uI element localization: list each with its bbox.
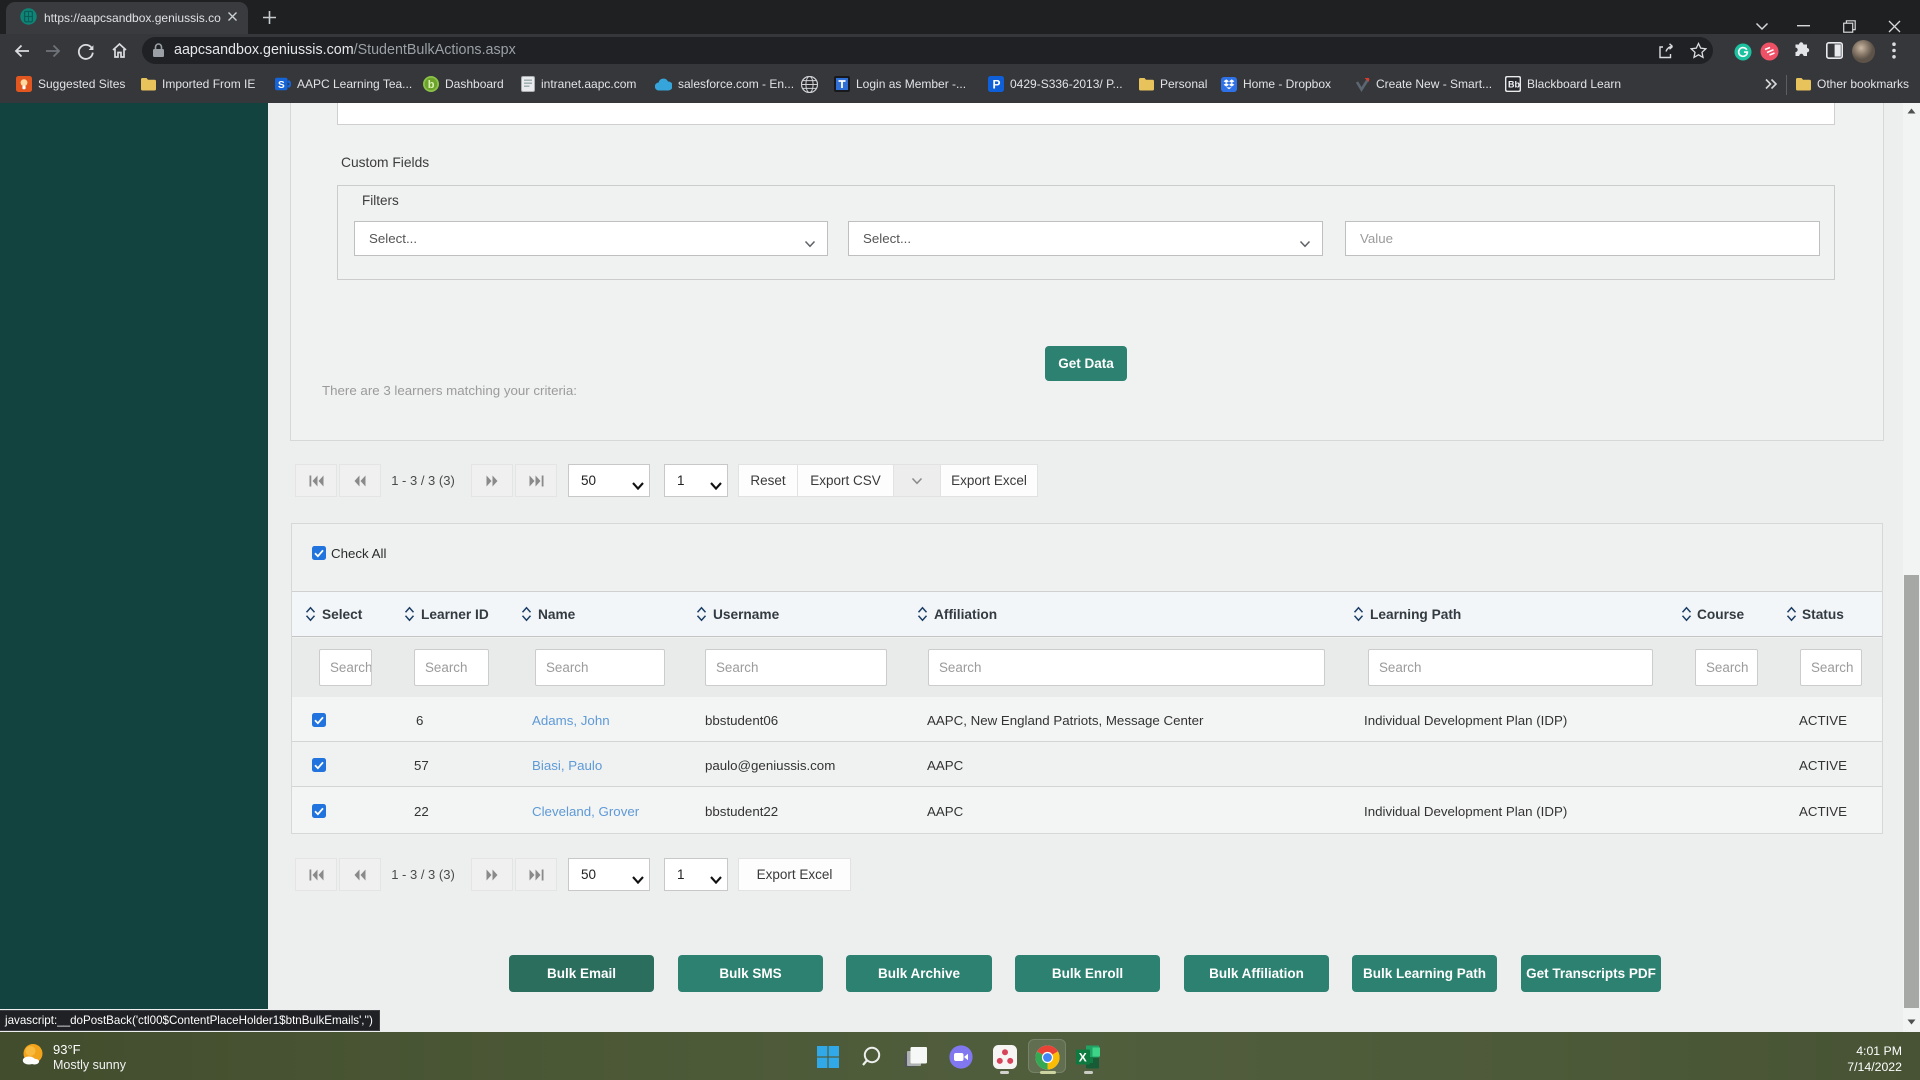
svg-text:X: X — [1079, 1051, 1087, 1065]
svg-text:Bb: Bb — [1508, 80, 1520, 90]
svg-text:S: S — [278, 80, 285, 91]
svg-text:P: P — [993, 78, 1001, 92]
svg-text:b: b — [428, 79, 435, 91]
